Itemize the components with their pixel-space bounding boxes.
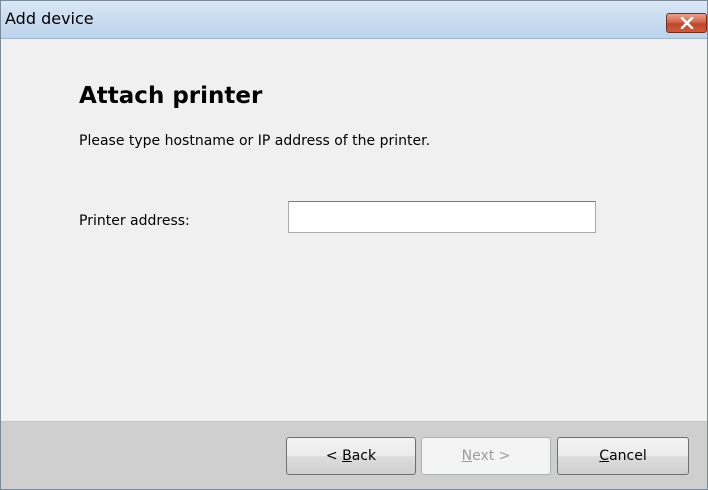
- button-bar: < Back Next > Cancel: [1, 421, 707, 489]
- back-button-prefix: <: [325, 448, 343, 464]
- back-button-rest: ack: [351, 448, 377, 464]
- instructions-text: Please type hostname or IP address of th…: [79, 133, 431, 149]
- close-icon: [680, 17, 693, 29]
- add-device-dialog: Add device Attach printer Please type ho…: [0, 0, 708, 490]
- back-button[interactable]: < Back: [286, 437, 416, 475]
- cancel-button-accel: C: [599, 448, 610, 464]
- back-button-accel: B: [342, 448, 352, 464]
- dialog-content: Attach printer Please type hostname or I…: [1, 39, 707, 421]
- next-button-accel: N: [461, 448, 473, 464]
- title-bar[interactable]: Add device: [1, 1, 707, 39]
- next-button-rest: ext >: [472, 448, 511, 464]
- window-title: Add device: [5, 9, 94, 28]
- page-title: Attach printer: [79, 83, 263, 109]
- next-button[interactable]: Next >: [421, 437, 551, 475]
- printer-address-label: Printer address:: [79, 213, 190, 229]
- cancel-button[interactable]: Cancel: [557, 437, 689, 475]
- close-button[interactable]: [666, 13, 707, 33]
- cancel-button-rest: ancel: [609, 448, 647, 464]
- printer-address-input[interactable]: [288, 201, 596, 233]
